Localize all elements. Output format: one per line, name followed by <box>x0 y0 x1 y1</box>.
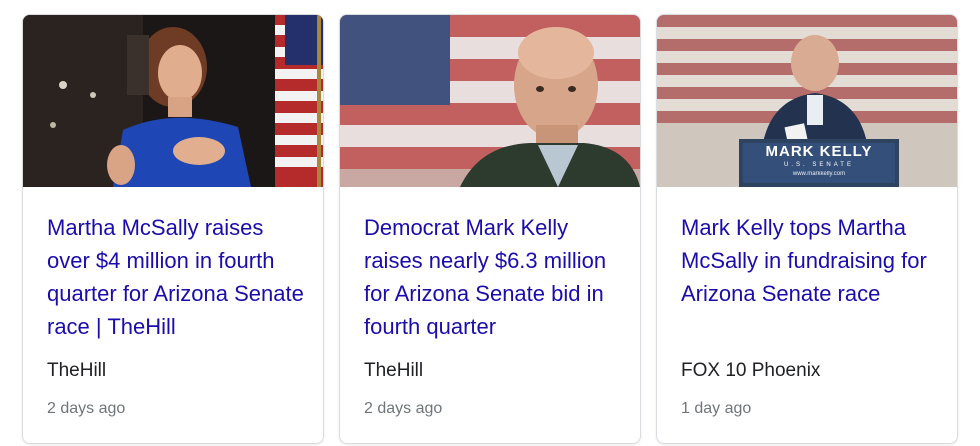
news-source: TheHill <box>47 360 107 381</box>
news-carousel: Martha McSally raises over $4 million in… <box>0 0 980 446</box>
news-card[interactable]: MARK KELLY U.S. SENATE www.markkelly.com… <box>656 14 958 444</box>
news-thumbnail[interactable]: MARK KELLY U.S. SENATE www.markkelly.com <box>657 15 957 187</box>
news-age: 2 days ago <box>47 400 126 417</box>
news-card[interactable]: Democrat Mark Kelly raises nearly $6.3 m… <box>339 14 641 444</box>
podium-sign-name: MARK KELLY <box>765 143 873 160</box>
news-age: 1 day ago <box>681 400 752 417</box>
news-thumbnail[interactable] <box>23 15 323 187</box>
news-thumbnail[interactable] <box>340 15 640 187</box>
podium-sign: MARK KELLY U.S. SENATE www.markkelly.com <box>739 143 899 179</box>
news-headline-link[interactable]: Democrat Mark Kelly raises nearly $6.3 m… <box>364 211 626 343</box>
thumbnail-image-kelly-flag <box>340 15 640 187</box>
news-source: TheHill <box>364 360 424 381</box>
news-headline-link[interactable]: Mark Kelly tops Martha McSally in fundra… <box>681 211 943 310</box>
podium-sign-office: U.S. SENATE <box>784 162 854 168</box>
news-source: FOX 10 Phoenix <box>681 360 821 381</box>
news-headline-link[interactable]: Martha McSally raises over $4 million in… <box>47 211 309 343</box>
thumbnail-image-mcsally <box>23 15 323 187</box>
podium-sign-url: www.markkelly.com <box>792 171 846 177</box>
news-age: 2 days ago <box>364 400 443 417</box>
news-card[interactable]: Martha McSally raises over $4 million in… <box>22 14 324 444</box>
